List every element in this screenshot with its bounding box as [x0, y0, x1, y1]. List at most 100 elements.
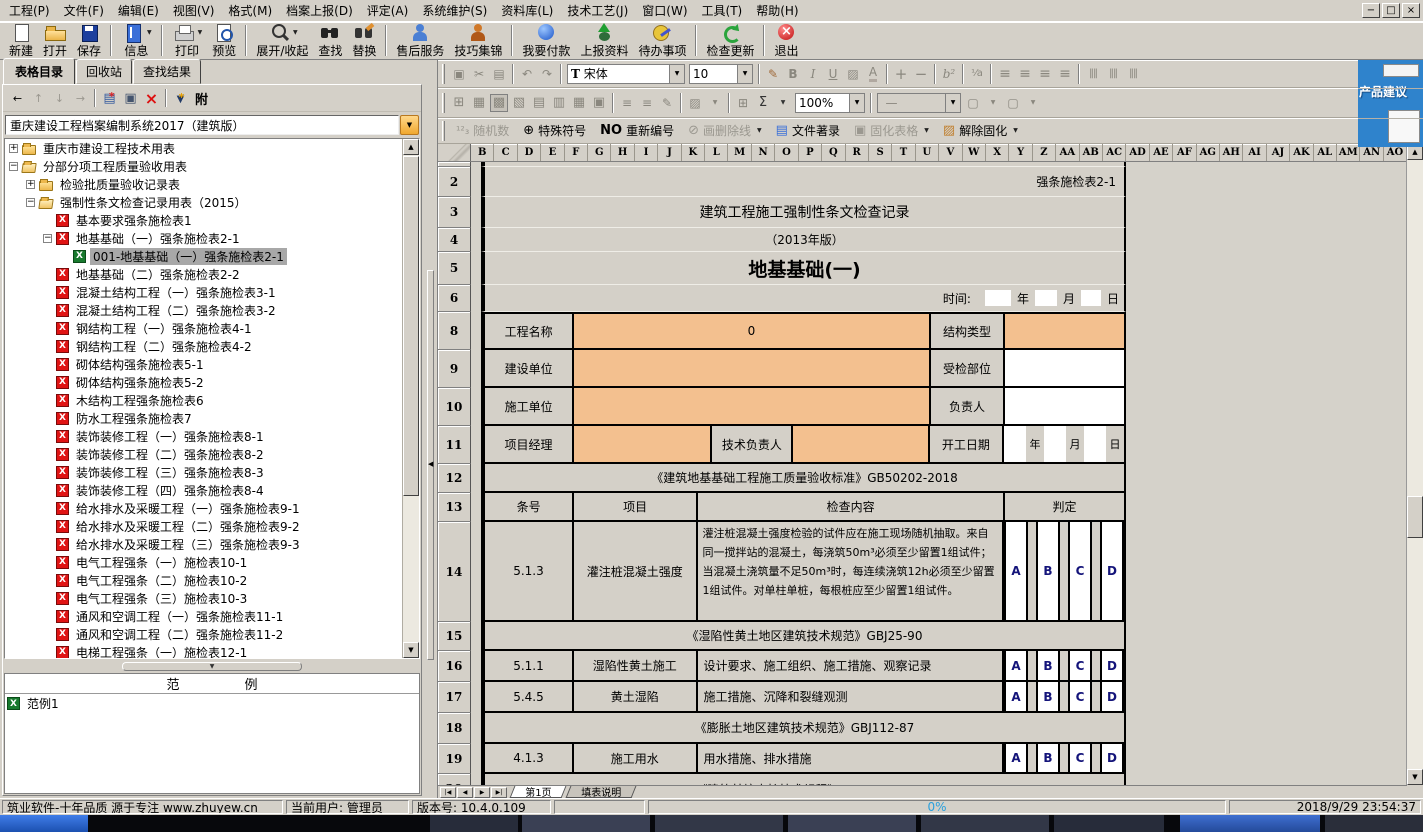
copy-button[interactable]	[120, 88, 141, 109]
column-header-V[interactable]: V	[939, 144, 962, 161]
start-month-field[interactable]	[1044, 426, 1066, 462]
judgment-C-cell[interactable]: C	[1068, 651, 1092, 680]
back-button[interactable]	[7, 88, 28, 109]
down-button[interactable]	[49, 88, 70, 109]
column-header-Y[interactable]: Y	[1009, 144, 1032, 161]
menu-item-6[interactable]: 档案上报(D)	[279, 0, 360, 21]
tree-item[interactable]: 钢结构工程（二）强条施检表4-2	[5, 337, 402, 355]
column-header-H[interactable]: H	[611, 144, 634, 161]
toolbar-print-button[interactable]: ▼打印	[167, 23, 208, 59]
row-header[interactable]: 2	[438, 167, 471, 197]
table-style-icon[interactable]	[570, 94, 588, 112]
example-item[interactable]: 范例1	[5, 694, 419, 713]
construction-unit-field[interactable]	[574, 388, 931, 424]
chevron-down-icon[interactable]: ▼	[669, 65, 684, 83]
inspected-part-field[interactable]	[1005, 350, 1124, 386]
chevron-down-icon[interactable]: ▼	[706, 94, 724, 112]
sum-icon[interactable]	[754, 94, 772, 112]
catalog-dropdown-button[interactable]: ▼	[400, 115, 419, 135]
font-size-select[interactable]: 10 ▼	[689, 64, 753, 84]
toolbar-replace-button[interactable]: 替换	[347, 23, 381, 59]
tree-item[interactable]: −分部分项工程质量验收用表	[5, 157, 402, 175]
row-header[interactable]: 8	[438, 312, 471, 350]
row-header[interactable]: 20	[438, 774, 471, 785]
minimize-button[interactable]: −	[1362, 3, 1380, 18]
tree-item[interactable]: 砌体结构强条施检表5-2	[5, 373, 402, 391]
align-right-icon[interactable]	[1036, 65, 1054, 83]
menu-item-8[interactable]: 系统维护(S)	[415, 0, 494, 21]
column-header-N[interactable]: N	[752, 144, 775, 161]
tree-scrollbar-thumb[interactable]	[403, 156, 419, 496]
judgment-A-cell[interactable]: A	[1004, 522, 1028, 620]
row-header[interactable]: 4	[438, 228, 471, 252]
column-header-F[interactable]: F	[565, 144, 588, 161]
judgment-C-cell[interactable]: C	[1068, 522, 1092, 620]
tab-3[interactable]: 查找结果	[133, 59, 201, 84]
row-header[interactable]: 5	[438, 252, 471, 285]
font-color-icon[interactable]	[864, 65, 882, 83]
panel-splitter-thumb[interactable]: ◀	[427, 270, 434, 660]
person-in-charge-field[interactable]	[1005, 388, 1124, 424]
toolbar-service-button[interactable]: 售后服务	[391, 23, 449, 59]
column-header-B[interactable]: B	[471, 144, 494, 161]
sheet-nav-first-icon[interactable]	[440, 787, 456, 798]
format-brush-icon[interactable]	[764, 65, 782, 83]
horizontal-splitter[interactable]: ▼	[4, 660, 420, 672]
tree-item[interactable]: 给水排水及采暖工程（三）强条施检表9-3	[5, 535, 402, 553]
zoom-select[interactable]: 100% ▼	[795, 93, 865, 113]
paste-icon[interactable]	[490, 65, 508, 83]
judgment-D-cell[interactable]: D	[1100, 522, 1124, 620]
menu-item-3[interactable]: 编辑(E)	[111, 0, 166, 21]
toolbar-info-button[interactable]: ▼信息	[116, 23, 157, 59]
toolbar-save-button[interactable]: 保存	[72, 23, 106, 59]
tab-2[interactable]: 回收站	[76, 59, 132, 84]
form-title[interactable]: 建筑工程施工强制性条文检查记录	[700, 202, 910, 222]
judgment-B-cell[interactable]: B	[1036, 744, 1060, 772]
start-year-field[interactable]	[1004, 426, 1026, 462]
align-justify-icon[interactable]	[1056, 65, 1074, 83]
panel-splitter[interactable]: ◀	[425, 60, 437, 798]
line-style-select[interactable]: ▼	[877, 93, 961, 113]
row-header[interactable]: 3	[438, 197, 471, 228]
column-header-AM[interactable]: AM	[1337, 144, 1360, 161]
column-header-AB[interactable]: AB	[1080, 144, 1103, 161]
tree-item[interactable]: 电气工程强条（一）施检表10-1	[5, 553, 402, 571]
chevron-down-icon[interactable]: ▼	[849, 94, 864, 112]
tree-expander-icon[interactable]: −	[9, 162, 18, 171]
split-cells-icon[interactable]	[510, 94, 528, 112]
filter-button[interactable]	[170, 88, 191, 109]
start-day-field[interactable]	[1084, 426, 1106, 462]
row-header[interactable]: 6	[438, 285, 471, 312]
chevron-down-icon[interactable]: ▼	[757, 127, 762, 134]
tree-item[interactable]: 混凝土结构工程（一）强条施检表3-1	[5, 283, 402, 301]
row-header[interactable]: 19	[438, 744, 471, 774]
tree-item[interactable]: −强制性条文检查记录用表（2015）	[5, 193, 402, 211]
symbol-button[interactable]: 特殊符号	[516, 120, 593, 141]
row-height-increase-icon[interactable]	[618, 94, 636, 112]
solidify-button[interactable]: 固化表格▼	[847, 120, 936, 141]
toolbar-expand-button[interactable]: ▼展开/收起	[251, 23, 313, 59]
sheet-tab-2[interactable]: 填表说明	[566, 786, 637, 798]
sheet-nav-prev-icon[interactable]	[457, 787, 473, 798]
chevron-down-icon[interactable]: ▼	[1024, 94, 1042, 112]
tree-item[interactable]: 装饰装修工程（二）强条施检表8-2	[5, 445, 402, 463]
menu-item-13[interactable]: 帮助(H)	[749, 0, 805, 21]
sheet-scrollbar[interactable]: ▲ ▼	[1406, 144, 1423, 785]
renumber-button[interactable]: 重新编号	[593, 120, 681, 141]
column-header-AG[interactable]: AG	[1197, 144, 1220, 161]
toolbar-find-button[interactable]: 查找	[313, 23, 347, 59]
column-header-P[interactable]: P	[799, 144, 822, 161]
column-header-AE[interactable]: AE	[1150, 144, 1173, 161]
project-manager-field[interactable]	[574, 426, 712, 462]
column-header-T[interactable]: T	[892, 144, 915, 161]
catalog-button[interactable]: 文件著录	[769, 120, 847, 141]
column-header-C[interactable]: C	[494, 144, 517, 161]
redo-icon[interactable]	[538, 65, 556, 83]
technical-director-field[interactable]	[793, 426, 929, 462]
tree-item[interactable]: 通风和空调工程（一）强条施检表11-1	[5, 607, 402, 625]
merge-cells-icon[interactable]	[490, 94, 508, 112]
tree-item[interactable]: 电气工程强条（二）施检表10-2	[5, 571, 402, 589]
menu-item-7[interactable]: 评定(A)	[360, 0, 416, 21]
toolbar-grip[interactable]	[442, 93, 445, 113]
toolbar-grip[interactable]	[442, 64, 445, 84]
